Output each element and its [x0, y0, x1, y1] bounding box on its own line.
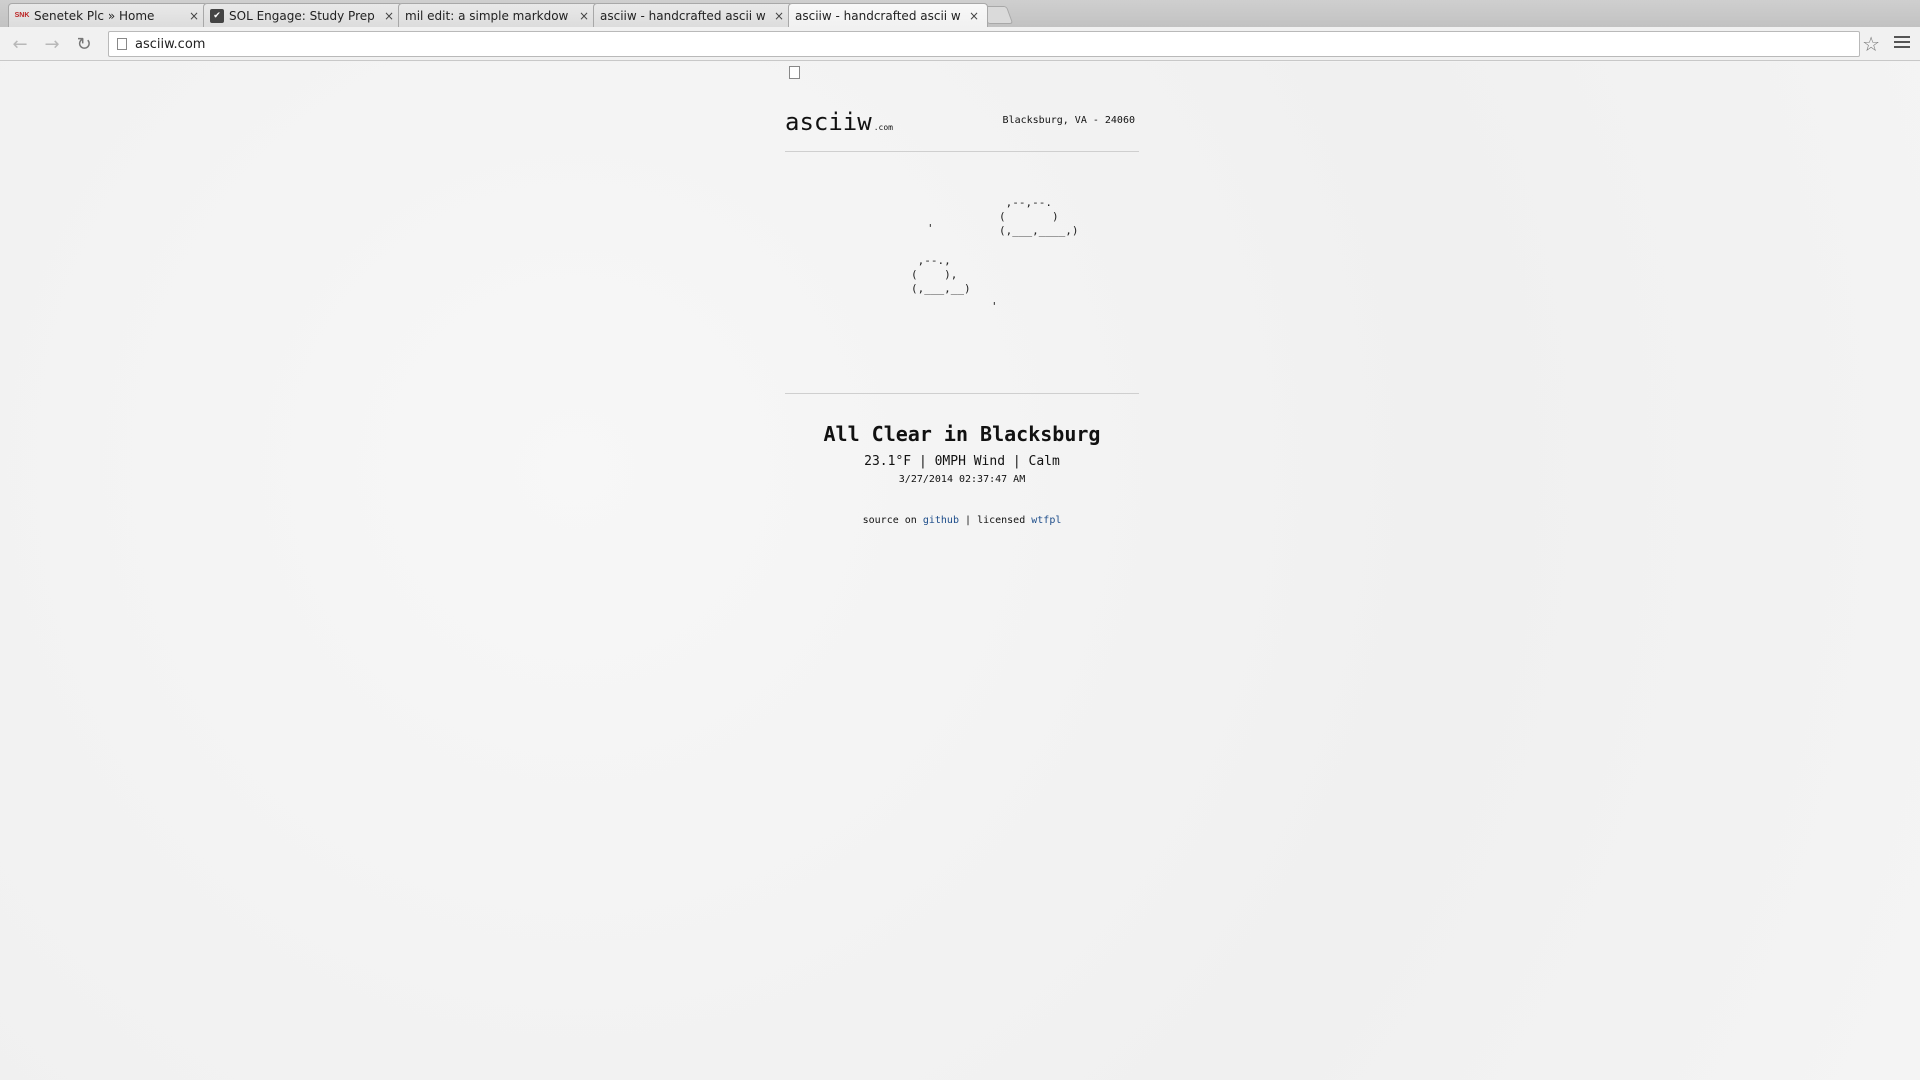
page-icon — [789, 66, 800, 79]
weather-summary: All Clear in Blacksburg 23.1°F | 0MPH Wi… — [785, 394, 1139, 485]
page-content: asciiw .com Blacksburg, VA - 24060 ,--,--… — [0, 62, 1920, 1080]
github-link[interactable]: github — [923, 515, 959, 526]
reload-icon[interactable]: ↻ — [72, 32, 96, 56]
tab-title: mil edit: a simple markdow — [405, 8, 569, 23]
tab-title: SOL Engage: Study Prep fo — [229, 8, 378, 23]
large-cloud-art: ,--,--. ( ) (,___,____,) — [999, 196, 1079, 237]
menu-icon[interactable] — [1894, 33, 1910, 51]
forward-arrow-icon[interactable]: → — [40, 32, 64, 56]
tab-senetek[interactable]: SNK Senetek Plc » Home × — [8, 3, 208, 27]
site-footer: source on github | licensed wtfpl — [785, 515, 1139, 526]
tab-title: asciiw - handcrafted ascii w — [600, 8, 766, 23]
tab-strip: SNK Senetek Plc » Home × ✔ SOL Engage: S… — [0, 0, 1920, 79]
tab-asciiw-1[interactable]: asciiw - handcrafted ascii w × — [593, 3, 793, 79]
footer-separator: | — [965, 515, 972, 526]
bookmark-star-icon[interactable]: ☆ — [1862, 32, 1880, 56]
logo-tld: .com — [873, 123, 893, 132]
weather-headline: All Clear in Blacksburg — [823, 422, 1101, 446]
tab-title: asciiw - handcrafted ascii w — [795, 8, 961, 23]
tab-title: Senetek Plc » Home — [34, 8, 155, 23]
close-icon[interactable]: × — [772, 9, 786, 23]
browser-toolbar: ← → ↻ asciiw.com ☆ — [0, 27, 1920, 61]
ascii-art: ,--,--. ( ) (,___,____,) ' ,--., ( ), (,… — [785, 152, 1139, 394]
address-bar[interactable]: asciiw.com — [108, 31, 1860, 57]
weather-stats: 23.1°F | 0MPH Wind | Calm — [864, 454, 1060, 469]
tab-asciiw-active[interactable]: asciiw - handcrafted ascii w × — [788, 3, 988, 79]
rain-drop-1: ' — [927, 222, 934, 235]
senetek-favicon-icon: SNK — [14, 12, 30, 19]
site-logo[interactable]: asciiw .com — [785, 108, 893, 136]
weather-timestamp: 3/27/2014 02:37:47 AM — [898, 474, 1026, 485]
location-text: Blacksburg, VA - 24060 — [1002, 115, 1135, 126]
tab-sol-engage[interactable]: ✔ SOL Engage: Study Prep fo × — [203, 3, 403, 27]
footer-licensed-text: licensed — [977, 515, 1026, 526]
back-arrow-icon[interactable]: ← — [8, 32, 32, 56]
close-icon[interactable]: × — [382, 9, 396, 23]
content-wrapper: asciiw .com Blacksburg, VA - 24060 ,--,--… — [785, 62, 1139, 526]
close-icon[interactable]: × — [967, 9, 981, 23]
url-text: asciiw.com — [135, 36, 206, 52]
page-icon — [117, 38, 127, 50]
site-header: asciiw .com Blacksburg, VA - 24060 — [785, 62, 1139, 152]
tab-mil-edit[interactable]: mil edit: a simple markdow × — [398, 3, 598, 79]
close-icon[interactable]: × — [187, 9, 201, 23]
license-link[interactable]: wtfpl — [1031, 515, 1061, 526]
footer-source-text: source on — [862, 515, 917, 526]
rain-drop-2: ' — [991, 300, 998, 313]
logo-text: asciiw — [785, 108, 872, 136]
close-icon[interactable]: × — [577, 9, 591, 23]
small-cloud-art: ,--., ( ), (,___,__) — [911, 254, 971, 295]
sol-favicon-icon: ✔ — [210, 8, 224, 23]
